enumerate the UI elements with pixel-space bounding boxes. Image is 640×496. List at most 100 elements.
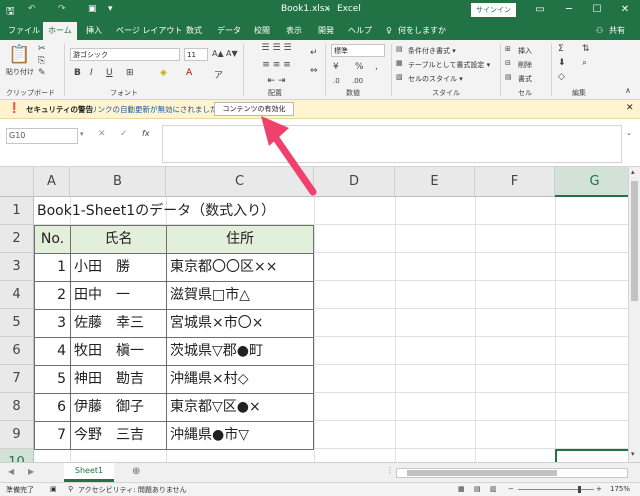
comma-icon[interactable]: , bbox=[375, 62, 378, 72]
record-address-cell[interactable]: 東京都〇〇区×× bbox=[166, 253, 314, 282]
cond-format-button[interactable]: 条件付き書式 ▾ bbox=[408, 46, 456, 56]
close-icon[interactable]: ✕ bbox=[614, 2, 636, 18]
bold-icon[interactable]: B bbox=[74, 68, 81, 78]
tab-view[interactable]: 表示 bbox=[286, 23, 302, 40]
italic-icon[interactable]: I bbox=[90, 68, 93, 78]
tab-data[interactable]: データ bbox=[217, 23, 241, 40]
collapse-ribbon-icon[interactable]: ∧ bbox=[625, 86, 631, 95]
select-all-corner[interactable] bbox=[0, 167, 34, 197]
record-address-cell[interactable]: 宮城県×市〇× bbox=[166, 309, 314, 338]
save-icon[interactable]: 🖫 bbox=[6, 4, 15, 21]
header-cell-address[interactable]: 住所 bbox=[166, 225, 314, 254]
formula-input[interactable] bbox=[162, 125, 622, 163]
row-header-8[interactable]: 8 bbox=[0, 393, 34, 421]
cut-icon[interactable]: ✂ bbox=[38, 44, 46, 54]
split-handle-icon[interactable]: ⋮ bbox=[386, 466, 394, 475]
percent-icon[interactable]: % bbox=[355, 62, 364, 72]
record-no-cell[interactable]: 1 bbox=[34, 253, 71, 282]
page-layout-view-icon[interactable]: ▤ bbox=[474, 485, 481, 493]
record-address-cell[interactable]: 東京都▽区●× bbox=[166, 393, 314, 422]
column-header-g[interactable]: G bbox=[555, 167, 628, 197]
row-header-5[interactable]: 5 bbox=[0, 309, 34, 337]
cancel-entry-icon[interactable]: ✕ bbox=[98, 129, 106, 139]
record-name-cell[interactable]: 田中 一 bbox=[70, 281, 167, 310]
indent-icons[interactable]: ⇤⇥ bbox=[252, 76, 304, 86]
tab-file[interactable]: ファイル bbox=[8, 23, 40, 40]
record-address-cell[interactable]: 沖縄県●市▽ bbox=[166, 421, 314, 450]
row-header-6[interactable]: 6 bbox=[0, 337, 34, 365]
record-no-cell[interactable]: 7 bbox=[34, 421, 71, 450]
autosum-icon[interactable]: Σ bbox=[558, 44, 564, 54]
row-header-2[interactable]: 2 bbox=[0, 225, 34, 253]
underline-icon[interactable]: U bbox=[106, 68, 113, 78]
record-name-cell[interactable]: 伊藤 御子 bbox=[70, 393, 167, 422]
record-no-cell[interactable]: 6 bbox=[34, 393, 71, 422]
insert-cells-button[interactable]: 挿入 bbox=[518, 46, 532, 56]
vertical-align-icons[interactable]: ☰☰☰ bbox=[252, 43, 304, 53]
normal-view-icon[interactable]: ▦ bbox=[458, 485, 465, 493]
page-break-view-icon[interactable]: ▥ bbox=[490, 485, 497, 493]
row-header-1[interactable]: 1 bbox=[0, 197, 34, 225]
decrease-decimal-icon[interactable]: .00 bbox=[352, 77, 363, 85]
confirm-entry-icon[interactable]: ✓ bbox=[120, 129, 128, 139]
column-header-d[interactable]: D bbox=[314, 167, 395, 197]
signin-button[interactable]: サインイン bbox=[471, 3, 516, 17]
zoom-out-icon[interactable]: − bbox=[508, 485, 514, 493]
sheet-title-cell[interactable]: Book1-Sheet1のデータ（数式入り） bbox=[34, 197, 275, 225]
worksheet-grid[interactable]: A B C D E F G 1 2 3 4 5 6 7 8 9 10 Book1… bbox=[0, 167, 628, 462]
record-name-cell[interactable]: 牧田 槇一 bbox=[70, 337, 167, 366]
name-box[interactable]: G10 bbox=[6, 128, 78, 144]
delete-cells-button[interactable]: 削除 bbox=[518, 60, 532, 70]
record-address-cell[interactable]: 滋賀県□市△ bbox=[166, 281, 314, 310]
zoom-slider-handle[interactable] bbox=[578, 486, 581, 493]
tab-review[interactable]: 校閲 bbox=[254, 23, 270, 40]
accessibility-status[interactable]: アクセシビリティ: 問題ありません bbox=[78, 485, 187, 495]
fill-icon[interactable]: ⬇ bbox=[558, 58, 566, 68]
merge-center-icon[interactable]: ⇔ bbox=[310, 66, 318, 76]
border-icon[interactable]: ⊞ bbox=[126, 68, 134, 78]
tab-home[interactable]: ホーム bbox=[43, 22, 77, 40]
column-header-b[interactable]: B bbox=[70, 167, 166, 197]
paste-icon[interactable]: 📋 bbox=[8, 44, 30, 65]
tab-formulas[interactable]: 数式 bbox=[186, 23, 202, 40]
column-header-f[interactable]: F bbox=[475, 167, 555, 197]
increase-decimal-icon[interactable]: .0 bbox=[333, 77, 340, 85]
record-no-cell[interactable]: 5 bbox=[34, 365, 71, 394]
tab-developer[interactable]: 開発 bbox=[318, 23, 334, 40]
font-name-select[interactable]: 游ゴシック bbox=[70, 48, 180, 61]
record-name-cell[interactable]: 今野 三吉 bbox=[70, 421, 167, 450]
row-header-10[interactable]: 10 bbox=[0, 449, 34, 462]
horizontal-scroll-thumb[interactable] bbox=[407, 470, 557, 476]
sort-filter-icon[interactable]: ⇅ bbox=[582, 44, 590, 54]
minimize-icon[interactable]: ─ bbox=[558, 2, 580, 18]
shrink-font-icon[interactable]: A▼ bbox=[226, 49, 238, 58]
record-name-cell[interactable]: 小田 勝 bbox=[70, 253, 167, 282]
header-cell-name[interactable]: 氏名 bbox=[70, 225, 167, 254]
scroll-down-icon[interactable]: ▾ bbox=[631, 450, 635, 458]
redo-icon[interactable]: ↷ bbox=[58, 4, 66, 14]
horizontal-scrollbar[interactable] bbox=[396, 468, 628, 478]
table-format-button[interactable]: テーブルとして書式設定 ▾ bbox=[408, 60, 490, 70]
share-button[interactable]: 共有 bbox=[609, 23, 625, 40]
font-color-icon[interactable]: A bbox=[186, 68, 192, 78]
prev-sheet-icon[interactable]: ◀ bbox=[8, 467, 14, 476]
close-warning-icon[interactable]: ✕ bbox=[626, 103, 634, 113]
clear-icon[interactable]: ◇ bbox=[558, 72, 565, 82]
vertical-scroll-thumb[interactable] bbox=[631, 181, 638, 301]
copy-icon[interactable]: ⎘ bbox=[38, 56, 45, 66]
tab-help[interactable]: ヘルプ bbox=[348, 23, 372, 40]
row-header-4[interactable]: 4 bbox=[0, 281, 34, 309]
paste-label[interactable]: 貼り付け bbox=[6, 67, 34, 77]
expand-formula-icon[interactable]: ⌄ bbox=[626, 129, 632, 137]
ribbon-display-icon[interactable]: ▭ bbox=[529, 2, 551, 18]
row-header-9[interactable]: 9 bbox=[0, 421, 34, 449]
phonetic-icon[interactable]: ア bbox=[214, 68, 223, 81]
maximize-icon[interactable]: ☐ bbox=[586, 2, 608, 18]
customize-qat-icon[interactable]: ▾ bbox=[108, 4, 113, 14]
cell-style-button[interactable]: セルのスタイル ▾ bbox=[408, 74, 463, 84]
zoom-in-icon[interactable]: + bbox=[596, 485, 602, 493]
record-no-cell[interactable]: 4 bbox=[34, 337, 71, 366]
column-header-a[interactable]: A bbox=[34, 167, 70, 197]
currency-icon[interactable]: ¥ bbox=[333, 62, 339, 72]
font-size-select[interactable]: 11 bbox=[184, 48, 208, 61]
